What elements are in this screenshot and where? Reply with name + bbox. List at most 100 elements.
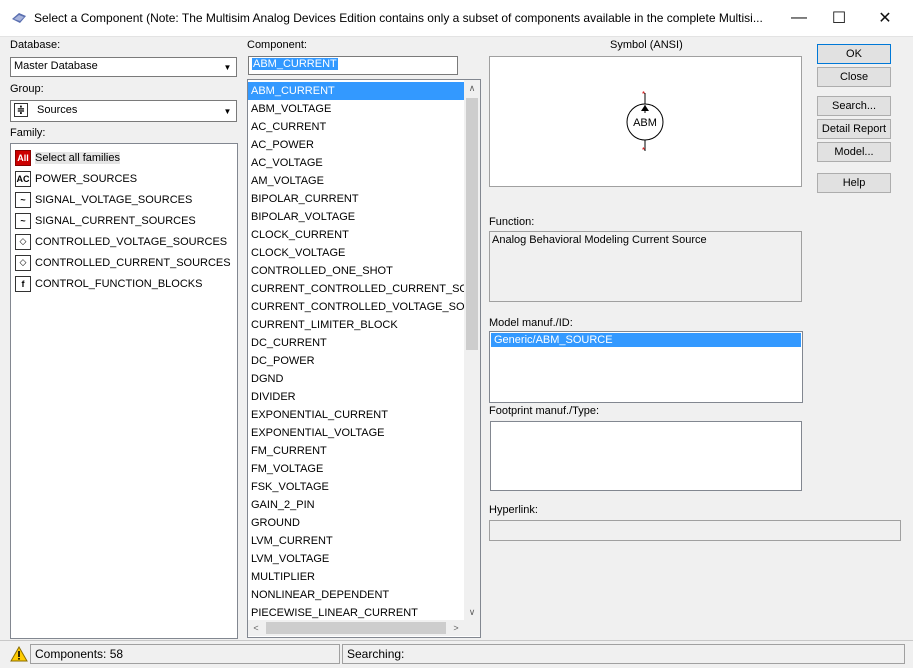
model-list[interactable]: Generic/ABM_SOURCE [489,331,803,403]
scroll-thumb[interactable] [466,98,478,350]
family-item[interactable]: AC POWER_SOURCES [11,168,237,189]
status-bar: Components: 58 Searching: [0,640,913,667]
scroll-left-icon[interactable]: < [248,620,264,636]
family-icon: AC [15,170,31,187]
family-item-label: CONTROLLED_VOLTAGE_SOURCES [35,235,228,248]
component-item[interactable]: BIPOLAR_VOLTAGE [248,208,464,226]
component-item[interactable]: LVM_CURRENT [248,532,464,550]
family-icon: ~ [15,212,31,229]
svg-text:*: * [642,146,645,153]
family-item-label: SIGNAL_VOLTAGE_SOURCES [35,193,193,206]
components-count: Components: 58 [30,644,340,664]
component-item[interactable]: DGND [248,370,464,388]
component-item[interactable]: EXPONENTIAL_CURRENT [248,406,464,424]
all-families-icon: All [15,149,31,166]
group-label: Group: [10,83,44,95]
component-item[interactable]: ABM_VOLTAGE [248,100,464,118]
component-item[interactable]: CLOCK_VOLTAGE [248,244,464,262]
component-item[interactable]: AC_VOLTAGE [248,154,464,172]
family-item[interactable]: ◇ CONTROLLED_VOLTAGE_SOURCES [11,231,237,252]
model-button[interactable]: Model... [817,142,891,162]
abm-symbol-icon: ABM * * [626,91,664,153]
title-bar: Select a Component (Note: The Multisim A… [0,0,913,37]
family-icon: ◇ [15,233,31,250]
component-search-input[interactable]: ABM_CURRENT [248,56,458,75]
chevron-down-icon[interactable]: ▼ [220,59,235,75]
footprint-list[interactable] [490,421,802,491]
scroll-corner [464,620,480,636]
search-button[interactable]: Search... [817,96,891,116]
sources-icon: ≑ [14,103,28,117]
component-list-vscrollbar[interactable]: ∧ ∨ [464,80,480,620]
scroll-down-icon[interactable]: ∨ [464,604,480,620]
family-item-label: Select all families [35,151,120,164]
svg-text:*: * [642,91,645,99]
component-item[interactable]: AM_VOLTAGE [248,172,464,190]
component-item[interactable]: CURRENT_CONTROLLED_CURRENT_SOURC [248,280,464,298]
component-item[interactable]: CURRENT_CONTROLLED_VOLTAGE_SOURC [248,298,464,316]
component-item[interactable]: MULTIPLIER [248,568,464,586]
help-button[interactable]: Help [817,173,891,193]
hyperlink-label: Hyperlink: [489,504,538,516]
multisim-app-icon [12,13,26,23]
component-item[interactable]: DC_CURRENT [248,334,464,352]
scroll-up-icon[interactable]: ∧ [464,80,480,96]
family-icon: ~ [15,191,31,208]
symbol-text: ABM [633,117,657,129]
window-title: Select a Component (Note: The Multisim A… [34,11,763,25]
component-list-hscrollbar[interactable]: < > [248,620,464,636]
close-button[interactable]: Close [817,67,891,87]
maximize-button[interactable]: ☐ [816,0,862,36]
warning-icon [10,646,28,662]
database-label: Database: [10,39,61,51]
ok-button[interactable]: OK [817,44,891,64]
component-item[interactable]: GROUND [248,514,464,532]
family-item-label: CONTROLLED_CURRENT_SOURCES [35,256,231,269]
model-manuf-label: Model manuf./ID: [489,317,573,329]
model-item-generic-abm[interactable]: Generic/ABM_SOURCE [491,333,801,347]
family-item[interactable]: f CONTROL_FUNCTION_BLOCKS [11,273,237,294]
component-item[interactable]: CURRENT_LIMITER_BLOCK [248,316,464,334]
component-item[interactable]: FM_VOLTAGE [248,460,464,478]
component-item[interactable]: CLOCK_CURRENT [248,226,464,244]
scroll-right-icon[interactable]: > [448,620,464,636]
component-item[interactable]: NONLINEAR_DEPENDENT [248,586,464,604]
component-item[interactable]: LVM_VOLTAGE [248,550,464,568]
component-search-value: ABM_CURRENT [252,58,338,70]
component-item[interactable]: EXPONENTIAL_VOLTAGE [248,424,464,442]
close-window-button[interactable]: ✕ [862,0,908,36]
symbol-preview: ABM * * [489,56,802,187]
component-item[interactable]: AC_POWER [248,136,464,154]
hscroll-thumb[interactable] [266,622,446,634]
component-item[interactable]: FSK_VOLTAGE [248,478,464,496]
function-value: Analog Behavioral Modeling Current Sourc… [492,234,707,246]
database-value: Master Database [14,60,98,72]
component-item[interactable]: BIPOLAR_CURRENT [248,190,464,208]
family-item[interactable]: ~ SIGNAL_VOLTAGE_SOURCES [11,189,237,210]
searching-status: Searching: [342,644,905,664]
group-select[interactable]: ≑ Sources ▼ [10,100,237,122]
footprint-label: Footprint manuf./Type: [489,405,600,417]
family-item[interactable]: All Select all families [11,147,237,168]
detail-report-button[interactable]: Detail Report [817,119,891,139]
family-item-label: SIGNAL_CURRENT_SOURCES [35,214,196,227]
database-select[interactable]: Master Database ▼ [10,57,237,77]
component-item[interactable]: DC_POWER [248,352,464,370]
function-box: Analog Behavioral Modeling Current Sourc… [489,231,802,302]
family-item-label: POWER_SOURCES [35,172,138,185]
component-item[interactable]: GAIN_2_PIN [248,496,464,514]
family-icon: ◇ [15,254,31,271]
component-item[interactable]: FM_CURRENT [248,442,464,460]
component-item[interactable]: DIVIDER [248,388,464,406]
function-label: Function: [489,216,535,228]
component-item[interactable]: CONTROLLED_ONE_SHOT [248,262,464,280]
component-label: Component: [247,39,307,51]
family-list[interactable]: All Select all families AC POWER_SOURCES ~ SI… [10,143,238,639]
family-item[interactable]: ◇ CONTROLLED_CURRENT_SOURCES [11,252,237,273]
component-item[interactable]: ABM_CURRENT [248,82,464,100]
component-item[interactable]: AC_CURRENT [248,118,464,136]
chevron-down-icon[interactable]: ▼ [220,102,235,120]
group-value: Sources [37,104,78,116]
component-list[interactable]: ABM_CURRENT ABM_VOLTAGE AC_CURRENT AC_POWER… [247,79,481,638]
family-item[interactable]: ~ SIGNAL_CURRENT_SOURCES [11,210,237,231]
